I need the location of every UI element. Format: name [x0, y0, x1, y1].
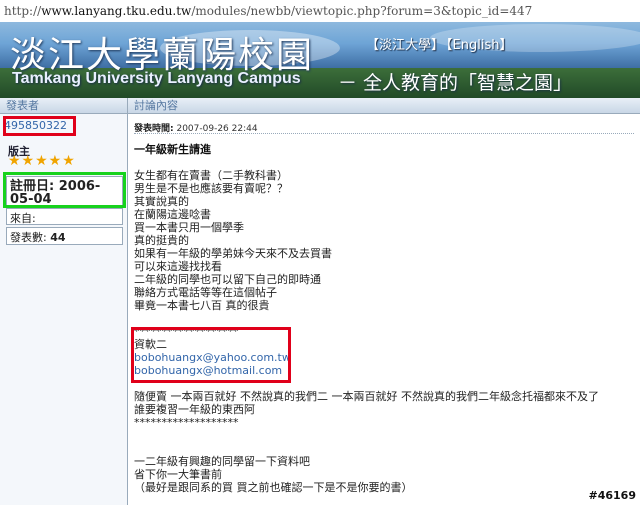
rank-stars-icon: ★★★★★	[8, 153, 76, 169]
post-line: 買一本書只用一個學季	[134, 221, 244, 234]
image-watermark: #46169	[588, 489, 637, 502]
post-line: 真的挺貴的	[134, 234, 189, 247]
post-line: 男生是不是也應該要有賣呢？？	[134, 182, 288, 195]
highlight-reg-date	[3, 172, 126, 208]
post-line	[134, 429, 599, 442]
post-line: 聯絡方式電話等等在這個帖子	[134, 286, 277, 299]
post-line: 畢竟一本書七八百 真的很貴	[134, 299, 270, 312]
posts-label: 發表數:	[10, 231, 47, 244]
column-header-content: 討論內容	[128, 98, 640, 114]
url-path: /modules/newbb/viewtopic.php?forum=3&top…	[191, 4, 533, 18]
post-line: 二年級的同學也可以留下自己的即時通	[134, 273, 321, 286]
highlight-contact	[131, 327, 291, 383]
banner-slogan: － 全人教育的「智慧之園」	[338, 72, 573, 94]
author-posts: 發表數: 44	[6, 227, 123, 245]
post-line: 可以來這邊找找看	[134, 260, 222, 273]
post-line: 女生都有在賣書（二手教科書）	[134, 169, 288, 182]
column-header-author: 發表者	[0, 98, 128, 114]
post-line: 省下你一大筆書前	[134, 468, 222, 481]
post-line: 其實說真的	[134, 195, 189, 208]
banner-links: 【淡江大學】 【English】	[366, 34, 514, 53]
post-divider	[134, 133, 634, 134]
url-prefix: http://	[4, 4, 42, 18]
post-line: （最好是跟同系的買 買之前也確認一下是不是你要的書）	[134, 481, 413, 494]
posts-count: 44	[50, 231, 66, 244]
post-line	[134, 442, 599, 455]
post-line: 在蘭陽這邊唸書	[134, 208, 211, 221]
url-bar[interactable]: http://www.lanyang.tku.edu.tw/modules/ne…	[0, 0, 640, 22]
post-line	[134, 312, 599, 325]
author-from: 來自:	[6, 208, 123, 225]
site-banner: 淡江大學蘭陽校園 Tamkang University Lanyang Camp…	[0, 22, 640, 98]
banner-subtitle: Tamkang University Lanyang Campus	[12, 70, 301, 87]
link-english[interactable]: 【English】	[446, 38, 512, 53]
link-tamkang[interactable]: 【淡江大學】	[366, 38, 444, 53]
post-line: 誰要複習一年級的東西阿	[134, 403, 255, 416]
post-line: 隨便賣 一本兩百就好 不然說真的我們二 一本兩百就好 不然說真的我們二年級念托福…	[134, 390, 599, 403]
post-line: *******************	[134, 416, 239, 429]
post-line: 如果有一年級的學弟妹今天來不及去買書	[134, 247, 332, 260]
highlight-username	[3, 116, 76, 136]
post-line: 一二年級有興趣的同學留一下資料吧	[134, 455, 310, 468]
url-domain: www.lanyang.tku.edu.tw	[41, 4, 192, 18]
post-title: 一年級新生請進	[134, 143, 211, 156]
from-label: 來自:	[10, 212, 36, 225]
